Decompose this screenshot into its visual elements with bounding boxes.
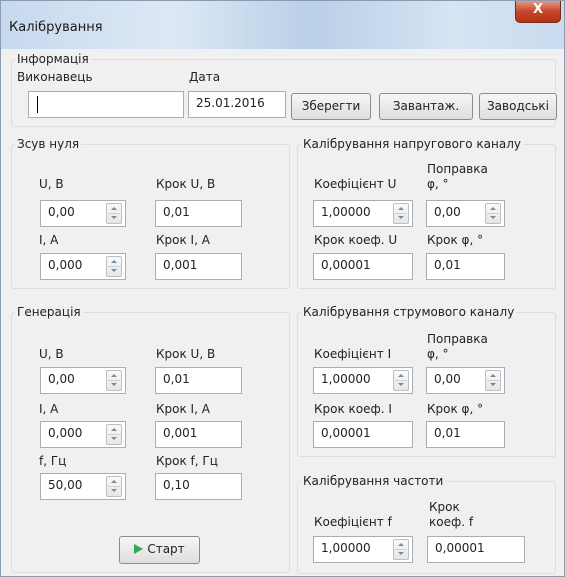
date-input[interactable]: 25.01.2016 — [188, 91, 286, 118]
voltage-coef-label: Коефіцієнт U — [314, 177, 397, 191]
gen-u-step-input[interactable]: 0,01 — [155, 367, 242, 394]
spinner-arrows-icon[interactable] — [485, 370, 501, 391]
spinner-arrows-icon[interactable] — [393, 370, 409, 391]
freq-coef-label: Коефіцієнт f — [314, 515, 392, 529]
zero-i-spinner[interactable]: 0,000 — [40, 253, 126, 280]
spinner-arrows-icon[interactable] — [106, 424, 122, 445]
voltage-phase-spinner[interactable]: 0,00 — [426, 200, 505, 227]
spinner-arrows-icon[interactable] — [393, 203, 409, 224]
close-button[interactable]: X — [515, 1, 561, 23]
save-button[interactable]: Зберегти — [291, 93, 371, 120]
voltage-phase-step-input[interactable]: 0,01 — [426, 253, 505, 280]
gen-u-spinner[interactable]: 0,00 — [40, 367, 126, 394]
current-phase-step-label: Крок φ, ° — [427, 402, 484, 416]
zero-shift-legend: Зсув нуля — [17, 137, 80, 151]
frequency-cal-legend: Калібрування частоти — [303, 474, 444, 488]
freq-step-label-line2: коеф. f — [429, 515, 474, 529]
start-button[interactable]: Старт — [119, 536, 200, 564]
current-phase-label-line2: φ, ° — [427, 347, 449, 361]
spinner-arrows-icon[interactable] — [106, 203, 122, 224]
gen-f-spinner[interactable]: 50,00 — [40, 473, 126, 500]
current-cal-legend: Калібрування струмового каналу — [303, 305, 515, 319]
load-button[interactable]: Завантаж. — [379, 93, 473, 120]
voltage-phase-step-label: Крок φ, ° — [427, 233, 484, 247]
gen-f-step-label: Крок f, Гц — [156, 454, 218, 468]
gen-i-step-label: Крок I, А — [156, 402, 210, 416]
spinner-arrows-icon[interactable] — [106, 256, 122, 277]
close-icon[interactable]: X — [516, 2, 560, 17]
current-coef-label: Коефіцієнт I — [314, 347, 392, 361]
zero-u-spinner[interactable]: 0,00 — [40, 200, 126, 227]
freq-step-label-line1: Крок — [429, 500, 460, 514]
gen-i-spinner[interactable]: 0,000 — [40, 421, 126, 448]
current-coef-step-label: Крок коеф. I — [314, 402, 392, 416]
spinner-arrows-icon[interactable] — [106, 370, 122, 391]
current-phase-step-input[interactable]: 0,01 — [426, 421, 505, 448]
zero-u-step-label: Крок U, В — [156, 177, 216, 191]
zero-i-label: I, А — [39, 233, 59, 247]
date-label: Дата — [189, 70, 221, 84]
current-coef-step-input[interactable]: 0,00001 — [313, 421, 413, 448]
performer-input[interactable] — [28, 91, 184, 118]
current-phase-spinner[interactable]: 0,00 — [426, 367, 505, 394]
client-area: Інформація Виконавець Дата 25.01.2016 Зб… — [9, 49, 558, 576]
spinner-arrows-icon[interactable] — [106, 476, 122, 497]
window-title: Калібрування — [9, 20, 103, 35]
current-phase-label-line1: Поправка — [427, 332, 488, 346]
freq-step-input[interactable]: 0,00001 — [427, 536, 525, 563]
voltage-phase-label-line2: φ, ° — [427, 177, 449, 191]
voltage-cal-legend: Калібрування напругового каналу — [303, 137, 522, 151]
play-icon — [134, 544, 144, 554]
start-label: Старт — [147, 542, 185, 556]
zero-u-label: U, В — [39, 177, 64, 191]
current-coef-spinner[interactable]: 1,00000 — [313, 367, 413, 394]
info-legend: Інформація — [17, 52, 89, 66]
voltage-coef-spinner[interactable]: 1,00000 — [313, 200, 413, 227]
gen-f-label: f, Гц — [39, 454, 67, 468]
gen-u-step-label: Крок U, В — [156, 347, 216, 361]
zero-i-step-label: Крок I, А — [156, 233, 210, 247]
generation-legend: Генерація — [17, 305, 81, 319]
spinner-arrows-icon[interactable] — [485, 203, 501, 224]
voltage-phase-label-line1: Поправка — [427, 162, 488, 176]
gen-i-step-input[interactable]: 0,001 — [155, 421, 242, 448]
factory-button[interactable]: Заводські — [479, 93, 557, 120]
spinner-arrows-icon[interactable] — [393, 539, 409, 560]
text-caret — [37, 96, 38, 113]
voltage-coef-step-input[interactable]: 0,00001 — [313, 253, 413, 280]
gen-i-label: I, А — [39, 402, 59, 416]
title-bar[interactable]: Калібрування X — [1, 1, 564, 49]
gen-f-step-input[interactable]: 0,10 — [155, 473, 242, 500]
zero-u-step-input[interactable]: 0,01 — [155, 200, 242, 227]
voltage-coef-step-label: Крок коеф. U — [314, 233, 398, 247]
zero-i-step-input[interactable]: 0,001 — [155, 253, 242, 280]
freq-coef-spinner[interactable]: 1,00000 — [313, 536, 413, 563]
gen-u-label: U, В — [39, 347, 64, 361]
calibration-window: Калібрування X Інформація Виконавець Дат… — [0, 0, 565, 577]
performer-label: Виконавець — [17, 70, 93, 84]
